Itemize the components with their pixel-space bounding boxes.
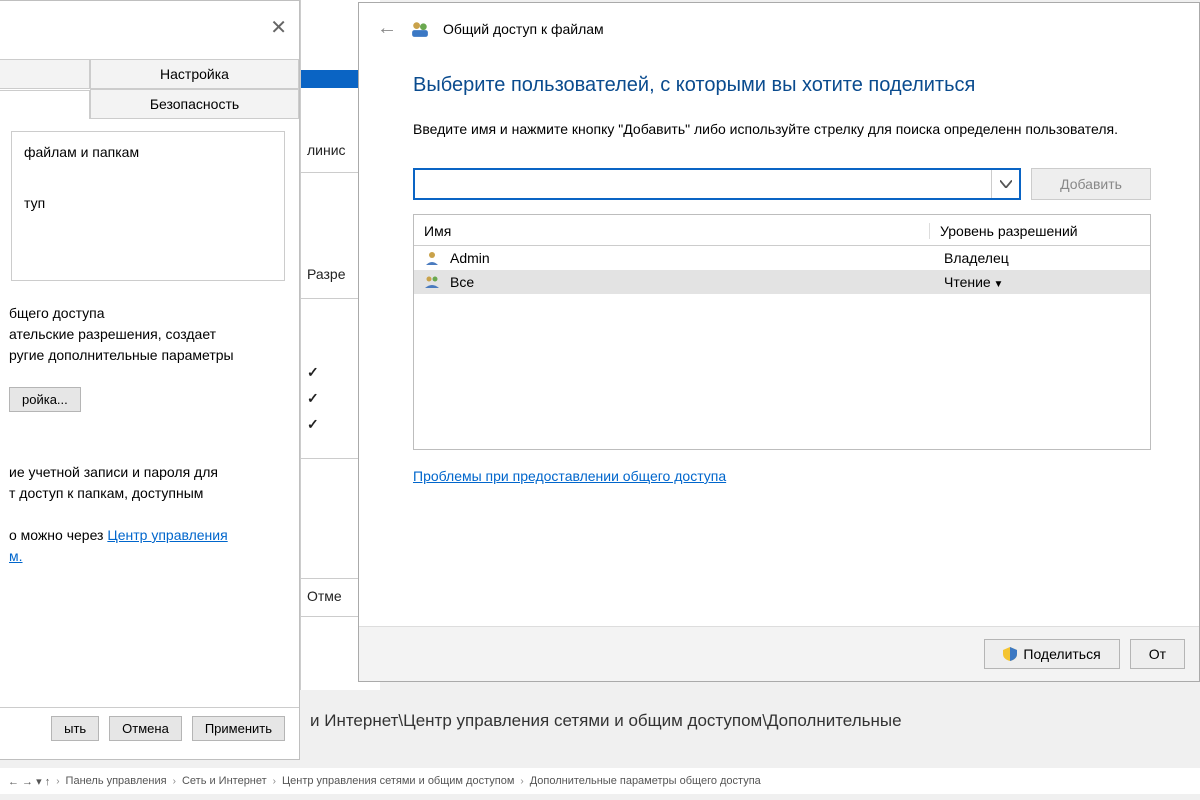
user-name: Admin — [450, 250, 940, 266]
breadcrumb-item[interactable]: Центр управления сетями и общим доступом — [282, 775, 514, 787]
props-text-line: т доступ к папкам, доступным — [9, 483, 285, 504]
breadcrumb-item[interactable]: Дополнительные параметры общего доступа — [530, 775, 761, 787]
column-header-name[interactable]: Имя — [424, 223, 930, 239]
props-text-line: ательские разрешения, создает — [9, 324, 285, 345]
user-combo[interactable] — [413, 168, 1021, 200]
file-sharing-dialog: ← Общий доступ к файлам Выберите пользов… — [358, 2, 1200, 682]
users-icon — [424, 274, 444, 290]
dialog-title: Общий доступ к файлам — [443, 21, 604, 37]
tab-settings[interactable]: Настройка — [90, 59, 299, 88]
close-button[interactable]: ыть — [51, 716, 99, 741]
user-icon — [424, 250, 444, 266]
apply-button[interactable]: Применить — [192, 716, 285, 741]
share-heading: Выберите пользователей, с которыми вы хо… — [413, 74, 1151, 97]
props-text-line: ругие дополнительные параметры — [9, 345, 285, 366]
cancel-button[interactable]: От — [1130, 639, 1185, 669]
network-center-link[interactable]: м. — [9, 546, 285, 567]
advanced-settings-button[interactable]: ройка... — [9, 387, 81, 412]
share-button[interactable]: Поделиться — [984, 639, 1119, 669]
breadcrumb-item[interactable]: Сеть и Интернет — [182, 775, 267, 787]
props-text-line: файлам и папкам — [24, 142, 272, 163]
props-text-line: о можно через — [9, 527, 107, 543]
network-center-link[interactable]: Центр управления — [107, 527, 227, 543]
tab-sharing[interactable]: ступ — [0, 90, 90, 119]
props-text-line: туп — [24, 193, 272, 214]
shield-icon — [1003, 647, 1017, 661]
cancel-button[interactable]: Отмена — [109, 716, 182, 741]
properties-dialog: ✕ Настройка ступ Безопасность файлам и п… — [0, 0, 300, 760]
props-text-line: бщего доступа — [9, 303, 285, 324]
table-row[interactable]: Все Чтение — [414, 270, 1150, 294]
troubleshoot-link[interactable]: Проблемы при предоставлении общего досту… — [413, 468, 726, 484]
permission-dropdown[interactable]: Чтение — [940, 274, 1140, 290]
user-permission: Владелец — [940, 250, 1140, 266]
props-text-line: ие учетной записи и пароля для — [9, 462, 285, 483]
breadcrumb-item[interactable]: Панель управления — [66, 775, 167, 787]
share-description: Введите имя и нажмите кнопку "Добавить" … — [413, 119, 1151, 140]
close-icon[interactable]: ✕ — [270, 15, 287, 40]
bg-path-text: и Интернет\Центр управления сетями и общ… — [300, 705, 1200, 737]
table-row[interactable]: Admin Владелец — [414, 246, 1150, 270]
tab-general[interactable] — [0, 59, 90, 88]
share-button-label: Поделиться — [1023, 646, 1100, 662]
breadcrumb: ← → ▾ ↑ › Панель управления › Сеть и Инт… — [0, 768, 1200, 794]
add-button[interactable]: Добавить — [1031, 168, 1151, 200]
people-icon — [411, 20, 429, 38]
back-arrow-icon[interactable]: ← — [377, 17, 397, 40]
tab-security[interactable]: Безопасность — [90, 89, 299, 118]
user-table: Имя Уровень разрешений Admin Владелец Вс… — [413, 214, 1151, 450]
chevron-down-icon[interactable] — [991, 170, 1019, 198]
user-input[interactable] — [415, 170, 991, 198]
column-header-permission[interactable]: Уровень разрешений — [930, 223, 1140, 239]
user-name: Все — [450, 274, 940, 290]
